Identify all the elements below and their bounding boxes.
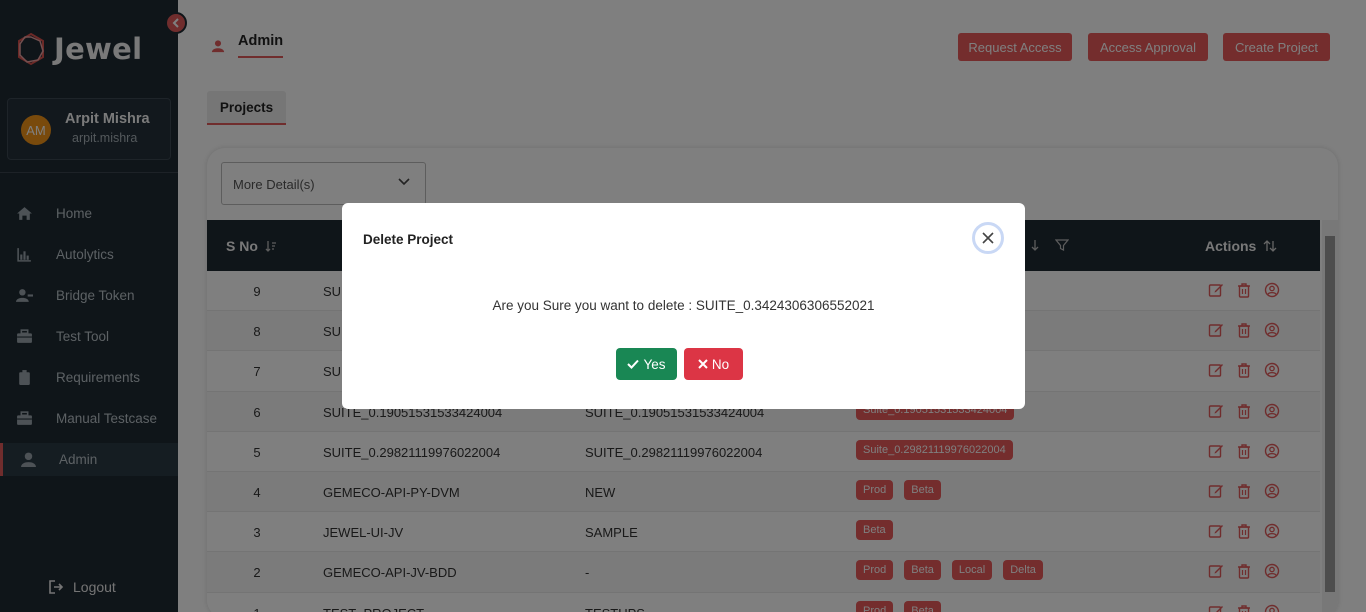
close-icon (982, 232, 994, 244)
no-label: No (711, 356, 730, 372)
yes-button[interactable]: Yes (616, 348, 677, 380)
yes-label: Yes (643, 356, 666, 372)
dialog-message: Are you Sure you want to delete : SUITE_… (492, 298, 875, 313)
check-icon (627, 359, 640, 369)
close-button[interactable] (972, 222, 1004, 254)
no-button[interactable]: No (684, 348, 743, 380)
delete-project-dialog: Delete Project Are you Sure you want to … (342, 203, 1025, 409)
x-icon (698, 359, 708, 369)
dialog-title: Delete Project (363, 232, 454, 247)
